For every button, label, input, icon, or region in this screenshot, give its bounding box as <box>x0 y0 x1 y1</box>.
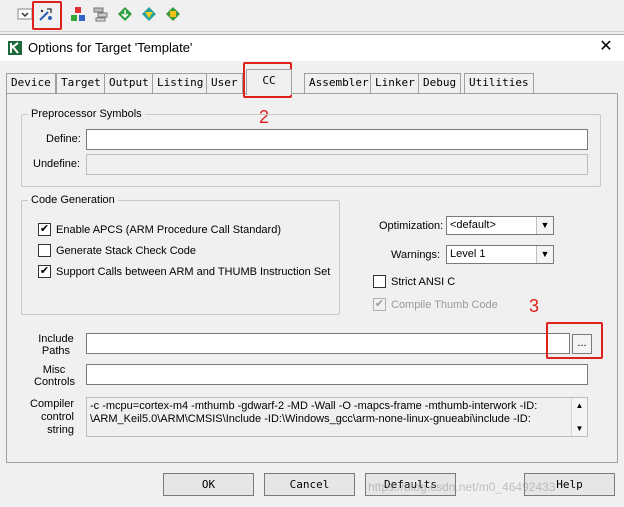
stack-check-checkbox[interactable]: Generate Stack Check Code <box>38 244 196 257</box>
dialog-title: Options for Target 'Template' <box>28 40 193 55</box>
define-label: Define: <box>46 133 81 145</box>
cancel-button[interactable]: Cancel <box>264 473 355 496</box>
manage-project-items-icon[interactable] <box>68 4 88 24</box>
chevron-down-icon[interactable]: ▼ <box>536 217 553 234</box>
undefine-field[interactable] <box>86 154 588 175</box>
compiler-control-string[interactable]: -c -mcpu=cortex-m4 -mthumb -gdwarf-2 -MD… <box>86 397 588 437</box>
compiler-label-line2: control <box>40 411 74 423</box>
misc-controls-field[interactable] <box>86 364 588 385</box>
tab-debug[interactable]: Debug <box>418 73 462 93</box>
watermark: https://blog.csdn.net/m0_46492433 <box>368 480 556 494</box>
manage-components-icon[interactable] <box>91 4 111 24</box>
interwork-label: Support Calls between ARM and THUMB Inst… <box>56 265 331 278</box>
optimization-select[interactable]: <default> ▼ <box>446 216 554 235</box>
scroll-down-icon[interactable]: ▼ <box>572 421 587 436</box>
include-paths-field[interactable] <box>86 333 570 354</box>
tab-target[interactable]: Target <box>56 73 106 93</box>
annotation-box-1 <box>32 1 62 30</box>
include-label-line2: Paths <box>41 345 71 357</box>
tab-device[interactable]: Device <box>6 73 56 93</box>
optimization-value: <default> <box>450 219 496 231</box>
compile-thumb-label: Compile Thumb Code <box>391 298 498 311</box>
vertical-scrollbar[interactable]: ▲ ▼ <box>571 398 587 436</box>
check-icon: ✔ <box>38 223 51 236</box>
annotation-number-3: 3 <box>529 296 540 316</box>
undefine-label: Undefine: <box>33 158 81 170</box>
strict-ansi-label: Strict ANSI C <box>391 275 456 288</box>
tab-assembler[interactable]: Assembler <box>304 73 374 93</box>
compiler-label-line3: string <box>47 424 74 436</box>
enable-apcs-label: Enable APCS (ARM Procedure Call Standard… <box>56 223 281 236</box>
toolbar <box>0 0 624 32</box>
compiler-control-label: Compiler control string <box>30 398 74 437</box>
warnings-select[interactable]: Level 1 ▼ <box>446 245 554 264</box>
unchecked-box-icon <box>38 244 51 257</box>
keil-app-icon <box>7 40 23 56</box>
unchecked-box-icon <box>373 275 386 288</box>
warnings-label: Warnings: <box>391 249 441 261</box>
scroll-up-icon[interactable]: ▲ <box>572 398 587 413</box>
close-icon[interactable]: ✕ <box>596 37 616 57</box>
define-field[interactable] <box>86 129 588 150</box>
warnings-value: Level 1 <box>450 248 486 260</box>
strict-ansi-checkbox[interactable]: Strict ANSI C <box>373 275 455 288</box>
select-software-packs-icon[interactable] <box>139 4 159 24</box>
include-paths-label: Include Paths <box>38 333 74 357</box>
check-icon: ✔ <box>373 298 386 311</box>
misc-controls-label: Misc Controls <box>34 364 75 388</box>
check-icon: ✔ <box>38 265 51 278</box>
pack-installer-icon[interactable] <box>115 4 135 24</box>
compiler-line-1: -c -mcpu=cortex-m4 -mthumb -gdwarf-2 -MD… <box>90 400 538 412</box>
interwork-checkbox[interactable]: ✔ Support Calls between ARM and THUMB In… <box>38 265 330 278</box>
compiler-label-line1: Compiler <box>30 398 75 410</box>
compiler-line-2: \ARM_Keil5.0\ARM\CMSIS\Include -ID:\Wind… <box>90 413 531 425</box>
ok-button[interactable]: OK <box>163 473 254 496</box>
title-bar: Options for Target 'Template' ✕ <box>0 35 624 61</box>
tab-user[interactable]: User <box>206 73 243 93</box>
include-label-line1: Include <box>38 333 74 345</box>
code-generation-legend: Code Generation <box>31 194 115 206</box>
tab-output[interactable]: Output <box>104 73 154 93</box>
chevron-down-icon[interactable]: ▼ <box>536 246 553 263</box>
tab-cc[interactable]: CC <box>246 69 292 95</box>
stack-check-label: Generate Stack Check Code <box>56 244 197 257</box>
misc-label-line1: Misc <box>42 364 66 376</box>
optimization-label: Optimization: <box>379 220 444 232</box>
annotation-box-3 <box>546 322 603 359</box>
compile-thumb-checkbox: ✔ Compile Thumb Code <box>373 298 498 311</box>
tab-utilities[interactable]: Utilities <box>464 73 534 93</box>
tab-linker[interactable]: Linker <box>370 73 420 93</box>
preprocessor-legend: Preprocessor Symbols <box>31 108 142 120</box>
manage-run-time-environment-icon[interactable] <box>163 4 183 24</box>
tab-listing[interactable]: Listing <box>152 73 209 93</box>
misc-label-line2: Controls <box>34 376 75 388</box>
enable-apcs-checkbox[interactable]: ✔ Enable APCS (ARM Procedure Call Standa… <box>38 223 281 236</box>
